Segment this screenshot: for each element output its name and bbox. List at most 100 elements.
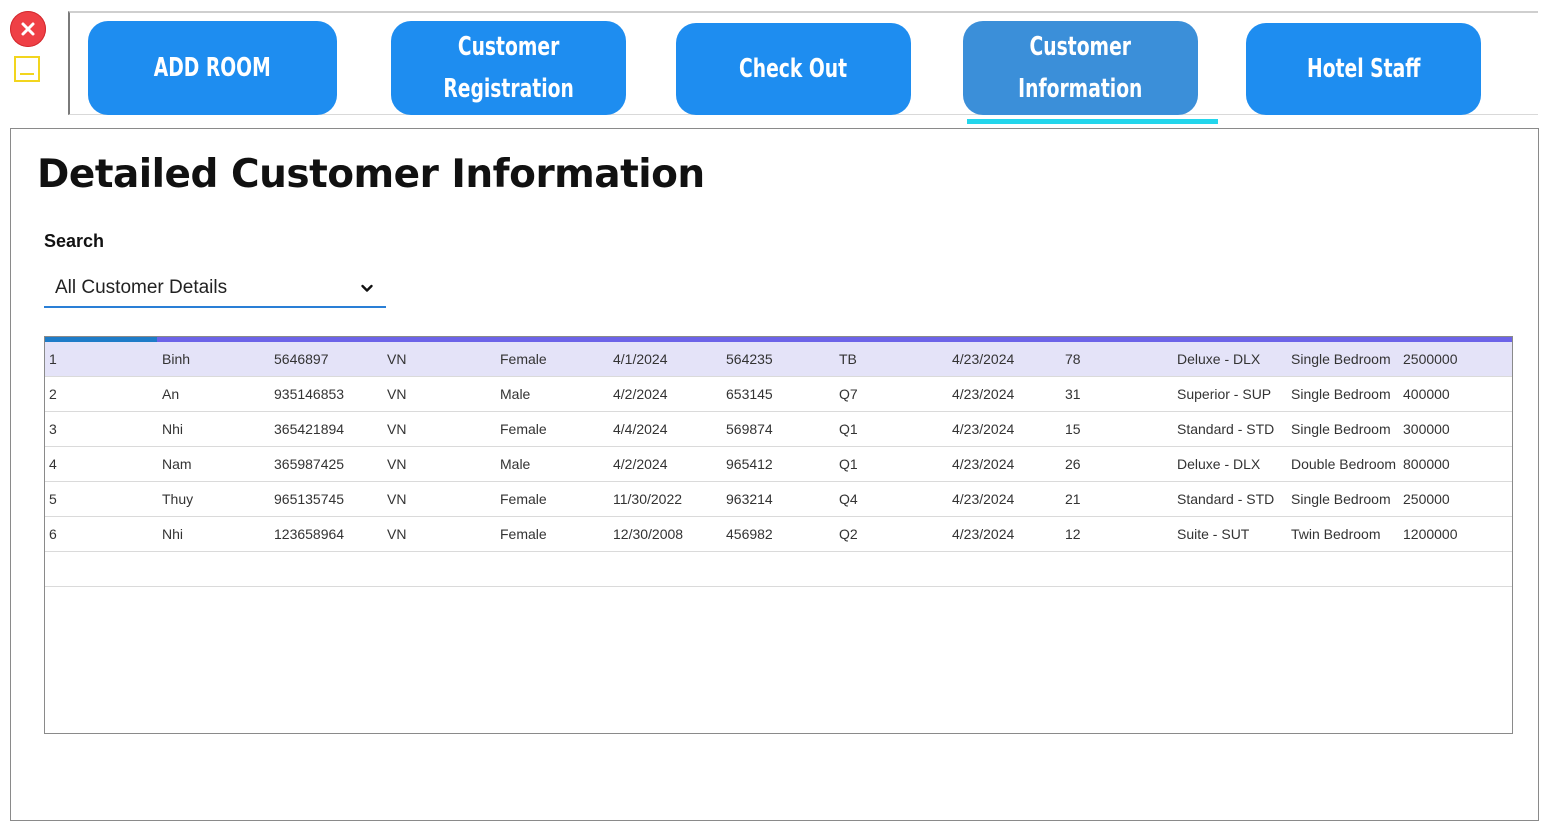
table-cell: VN (387, 351, 407, 367)
table-cell: Male (500, 386, 531, 402)
hotel-staff-label: Hotel Staff (1306, 54, 1421, 84)
table-cell: 4/23/2024 (952, 351, 1015, 367)
table-cell: 15 (1065, 421, 1081, 437)
table-cell: Female (500, 351, 547, 367)
table-cell: Single Bedroom (1291, 351, 1391, 367)
table-row[interactable]: 2 An 935146853 VN Male 4/2/2024 653145 Q7 4/23/2… (45, 377, 1512, 412)
table-cell: Q1 (839, 421, 858, 437)
table-cell: 4/1/2024 (613, 351, 668, 367)
table-cell: 12 (1065, 526, 1081, 542)
close-icon (21, 22, 35, 36)
table-cell: 965135745 (274, 491, 345, 507)
table-cell: Q7 (839, 386, 858, 402)
table-cell: Deluxe - DLX (1177, 351, 1261, 367)
table-cell: 3 (49, 421, 57, 437)
table-cell: 2 (49, 386, 57, 402)
add-room-button[interactable]: ADD ROOM (88, 21, 337, 115)
close-button[interactable] (10, 11, 46, 47)
table-cell: VN (387, 421, 407, 437)
table-cell: Female (500, 421, 547, 437)
check-out-button[interactable]: Check Out (676, 23, 911, 115)
table-cell: 4/23/2024 (952, 526, 1015, 542)
table-cell: 800000 (1403, 456, 1450, 472)
table-cell: VN (387, 491, 407, 507)
table-cell: 4/2/2024 (613, 386, 668, 402)
table-cell: 569874 (726, 421, 773, 437)
table-cell: 4/23/2024 (952, 456, 1015, 472)
table-cell: Q2 (839, 526, 858, 542)
minimize-button[interactable] (14, 56, 40, 82)
table-row[interactable]: 1 Binh 5646897 VN Female 4/1/2024 564235 TB 4/23… (45, 342, 1512, 377)
table-cell: 653145 (726, 386, 773, 402)
table-cell: Q1 (839, 456, 858, 472)
table-cell: 4 (49, 456, 57, 472)
table-cell: 564235 (726, 351, 773, 367)
table-cell: VN (387, 456, 407, 472)
table-cell: 300000 (1403, 421, 1450, 437)
table-cell: Q4 (839, 491, 858, 507)
table-cell: 2500000 (1403, 351, 1458, 367)
table-cell: Male (500, 456, 531, 472)
hotel-staff-button[interactable]: Hotel Staff (1246, 23, 1481, 115)
table-cell: Nhi (162, 421, 184, 437)
table-cell: Female (500, 491, 547, 507)
table-cell: An (162, 386, 180, 402)
table-cell: 26 (1065, 456, 1081, 472)
table-cell: Single Bedroom (1291, 491, 1391, 507)
table-cell: Deluxe - DLX (1177, 456, 1261, 472)
table-cell: Twin Bedroom (1291, 526, 1381, 542)
table-row[interactable]: 3 Nhi 365421894 VN Female 4/4/2024 569874 Q1 4/2… (45, 412, 1512, 447)
page-title: Detailed Customer Information (37, 152, 705, 197)
table-cell: 12/30/2008 (613, 526, 684, 542)
active-tab-indicator (967, 119, 1218, 124)
table-cell: Nhi (162, 526, 184, 542)
table-cell: 400000 (1403, 386, 1450, 402)
chevron-down-icon (361, 284, 373, 292)
table-cell: 21 (1065, 491, 1081, 507)
search-label: Search (44, 231, 105, 251)
table-cell: 365987425 (274, 456, 345, 472)
table-cell: Superior - SUP (1177, 386, 1272, 402)
table-cell: Suite - SUT (1177, 526, 1250, 542)
table-cell: 6 (49, 526, 57, 542)
search-filter-select[interactable]: All Customer Details (44, 270, 386, 308)
table-cell: VN (387, 386, 407, 402)
minimize-icon (20, 73, 34, 75)
table-cell: 4/23/2024 (952, 386, 1015, 402)
table-cell: Single Bedroom (1291, 386, 1391, 402)
customer-registration-label: Customer Registration (443, 32, 574, 104)
search-filter-value: All Customer Details (55, 277, 228, 298)
table-cell: 1 (49, 351, 57, 367)
table-row[interactable]: 5 Thuy 965135745 VN Female 11/30/2022 963214 Q4… (45, 482, 1512, 517)
table-cell: 935146853 (274, 386, 345, 402)
table-cell: 1200000 (1403, 526, 1458, 542)
add-room-label: ADD ROOM (154, 53, 271, 83)
table-new-row[interactable] (45, 552, 1512, 587)
table-cell: 250000 (1403, 491, 1450, 507)
table-cell: 4/4/2024 (613, 421, 668, 437)
table-cell: 4/23/2024 (952, 491, 1015, 507)
table-cell: 365421894 (274, 421, 345, 437)
table-cell: Double Bedroom (1291, 456, 1397, 472)
table-cell: Standard - STD (1177, 421, 1275, 437)
table-cell: 965412 (726, 456, 773, 472)
table-cell: Female (500, 526, 547, 542)
customer-information-button[interactable]: Customer Information (963, 21, 1198, 115)
table-row[interactable]: 6 Nhi 123658964 VN Female 12/30/2008 456982 Q2 4… (45, 517, 1512, 552)
table-cell: Standard - STD (1177, 491, 1275, 507)
customer-table[interactable]: 1 Binh 5646897 VN Female 4/1/2024 564235 TB 4/23… (44, 336, 1513, 734)
table-cell: VN (387, 526, 407, 542)
customer-registration-button[interactable]: Customer Registration (391, 21, 626, 115)
table-cell: 4/2/2024 (613, 456, 668, 472)
table-cell: TB (839, 351, 857, 367)
table-cell: Binh (162, 351, 191, 367)
table-cell: Single Bedroom (1291, 421, 1391, 437)
table-cell: Nam (162, 456, 192, 472)
table-cell: 11/30/2022 (613, 491, 683, 507)
table-cell: 5 (49, 491, 57, 507)
table-cell: 4/23/2024 (952, 421, 1015, 437)
table-cell: 123658964 (274, 526, 345, 542)
table-cell: 5646897 (274, 351, 329, 367)
table-cell: 963214 (726, 491, 773, 507)
table-row[interactable]: 4 Nam 365987425 VN Male 4/2/2024 965412 Q1 4/23/… (45, 447, 1512, 482)
